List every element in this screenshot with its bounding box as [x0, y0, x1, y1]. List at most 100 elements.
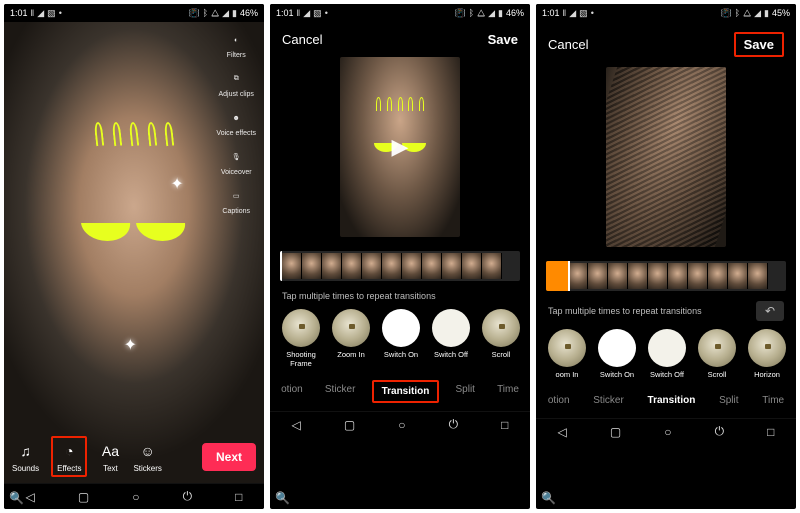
music-icon: ♫	[15, 440, 37, 462]
zoom-icon[interactable]: 🔍	[274, 490, 291, 506]
nav-home-icon[interactable]: ○	[664, 425, 671, 439]
effect-label: Switch Off	[434, 350, 468, 359]
bluetooth-icon: ᛒ	[203, 8, 208, 18]
pause-icon: ‖	[563, 8, 567, 18]
effects-carousel[interactable]: oom In Switch On Switch Off Scroll Horiz…	[536, 325, 796, 385]
save-button[interactable]: Save	[734, 32, 784, 57]
nav-back-icon[interactable]: ◁	[558, 425, 567, 439]
nav-power-icon[interactable]: ⏻	[715, 424, 725, 439]
video-timeline[interactable]	[546, 261, 786, 291]
nav-recent-icon[interactable]: ▢	[610, 425, 621, 439]
tab-time[interactable]: Time	[491, 380, 525, 403]
nav-home-icon[interactable]: ○	[398, 418, 405, 432]
stickers-button[interactable]: ☺ Stickers	[133, 440, 161, 473]
effect-switch-off[interactable]: Switch Off	[430, 309, 472, 368]
video-preview-full[interactable]: ✦ ✦ ← ◐ Filters ⧉ Adjust clips ☻ Voice e…	[4, 22, 264, 483]
tab-split[interactable]: Split	[449, 380, 480, 403]
nav-back-icon[interactable]: ◁	[292, 418, 301, 432]
tab-transition[interactable]: Transition	[372, 380, 440, 403]
screen-transition-editor: 1:01 ‖ ◢ ▧ • 📳 ᛒ ⧋ ◢ ▮ 46% Cancel Save ▶…	[270, 4, 530, 509]
tool-label: Adjust clips	[219, 91, 254, 98]
screen-editor-preview: 1:01 ‖ ◢ ▧ • 📳 ᛒ ⧋ ◢ ▮ 46% ✦ ✦ ←	[4, 4, 264, 509]
nav-recent-icon[interactable]: ▢	[78, 490, 89, 504]
video-preview[interactable]: ▶	[606, 67, 726, 247]
tab-split[interactable]: Split	[713, 391, 744, 410]
timeline-playhead[interactable]	[280, 251, 282, 281]
effect-label: Shooting Frame	[280, 350, 322, 368]
editor-top-bar: Cancel Save	[536, 22, 796, 63]
status-time: 1:01	[276, 8, 294, 18]
captions-icon: ▭	[226, 186, 246, 206]
tab-transition[interactable]: Transition	[642, 391, 702, 410]
next-button[interactable]: Next	[202, 443, 256, 471]
text-button[interactable]: Aa Text	[99, 440, 121, 473]
undo-button[interactable]: ↶	[756, 301, 784, 321]
picture-icon: ▧	[313, 8, 322, 19]
battery-icon: ▮	[232, 8, 237, 19]
voiceover-button[interactable]: 🎙 Voiceover	[221, 147, 252, 176]
tab-sticker[interactable]: Sticker	[587, 391, 630, 410]
nav-power-icon[interactable]: ⏻	[449, 417, 459, 432]
pause-icon: ‖	[31, 8, 35, 18]
sounds-button[interactable]: ♫ Sounds	[12, 440, 39, 473]
preview-container: ▶	[270, 53, 530, 245]
effect-label: Switch On	[600, 370, 634, 379]
timeline-playhead[interactable]	[568, 261, 570, 291]
nav-power-icon[interactable]: ⏻	[183, 489, 193, 504]
nav-square-icon[interactable]: □	[235, 490, 242, 504]
effect-horizon[interactable]: Horizon	[746, 329, 788, 379]
cancel-button[interactable]: Cancel	[548, 37, 588, 52]
label: Text	[103, 464, 118, 473]
vibrate-icon: 📳	[454, 8, 465, 19]
effect-label: Switch Off	[650, 370, 684, 379]
nav-recent-icon[interactable]: ▢	[344, 418, 355, 432]
voice-effects-button[interactable]: ☻ Voice effects	[216, 108, 256, 137]
dot-icon: •	[59, 8, 62, 18]
battery-icon: ▮	[498, 8, 503, 19]
video-preview[interactable]: ▶	[340, 57, 460, 237]
adjust-clips-button[interactable]: ⧉ Adjust clips	[219, 69, 254, 98]
nav-back-icon[interactable]: ◁	[26, 490, 35, 504]
effect-switch-on[interactable]: Switch On	[596, 329, 638, 379]
effect-switch-on[interactable]: Switch On	[380, 309, 422, 368]
play-icon[interactable]: ▶	[392, 134, 409, 160]
text-icon: Aa	[99, 440, 121, 462]
signal-icon: ◢	[37, 8, 44, 19]
tab-motion[interactable]: otion	[542, 391, 576, 410]
zoom-icon[interactable]: 🔍	[8, 490, 25, 506]
cancel-button[interactable]: Cancel	[282, 32, 322, 47]
effect-scroll[interactable]: Scroll	[480, 309, 522, 368]
play-icon[interactable]: ▶	[658, 144, 675, 170]
tab-sticker[interactable]: Sticker	[319, 380, 362, 403]
zoom-icon[interactable]: 🔍	[540, 490, 557, 506]
effects-carousel[interactable]: Shooting Frame Zoom In Switch On Switch …	[270, 305, 530, 374]
hint-text: Tap multiple times to repeat transitions	[282, 291, 436, 301]
picture-icon: ▧	[579, 8, 588, 19]
battery-icon: ▮	[764, 8, 769, 19]
signal-icon: ◢	[303, 8, 310, 19]
captions-button[interactable]: ▭ Captions	[222, 186, 250, 215]
tab-motion[interactable]: otion	[275, 380, 309, 403]
bluetooth-icon: ᛒ	[735, 8, 740, 18]
tab-time[interactable]: Time	[756, 391, 790, 410]
android-nav-bar: ◁ ▢ ○ ⏻ □	[4, 483, 264, 509]
status-bar: 1:01 ‖ ◢ ▧ • 📳 ᛒ ⧋ ◢ ▮ 46%	[4, 4, 264, 22]
effect-zoom-in[interactable]: oom In	[546, 329, 588, 379]
filters-button[interactable]: ◐ Filters	[226, 30, 246, 59]
video-timeline[interactable]	[280, 251, 520, 281]
effects-button[interactable]: ◔ Effects	[51, 436, 87, 477]
effect-label: Horizon	[754, 370, 780, 379]
dot-icon: •	[591, 8, 594, 18]
nav-home-icon[interactable]: ○	[132, 490, 139, 504]
effect-zoom-in[interactable]: Zoom In	[330, 309, 372, 368]
bottom-toolbar: ♫ Sounds ◔ Effects Aa Text ☺ Stickers Ne…	[4, 428, 264, 483]
effect-switch-off[interactable]: Switch Off	[646, 329, 688, 379]
save-button[interactable]: Save	[488, 32, 518, 47]
nav-square-icon[interactable]: □	[767, 425, 774, 439]
hairclips-filter	[376, 97, 424, 111]
effect-scroll[interactable]: Scroll	[696, 329, 738, 379]
bluetooth-icon: ᛒ	[469, 8, 474, 18]
effects-icon: ◔	[58, 440, 80, 462]
effect-shooting-frame[interactable]: Shooting Frame	[280, 309, 322, 368]
nav-square-icon[interactable]: □	[501, 418, 508, 432]
